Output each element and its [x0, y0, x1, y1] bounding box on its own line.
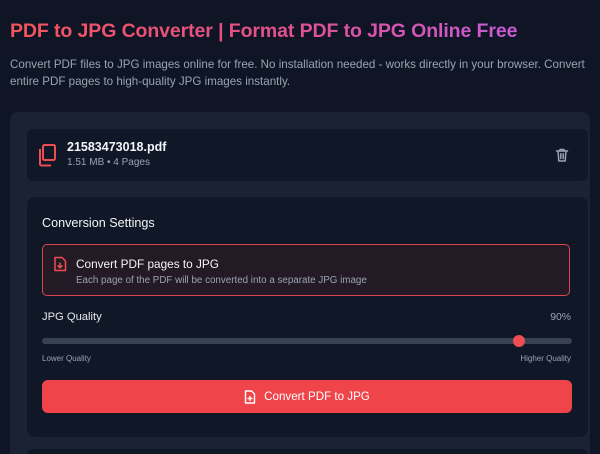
quality-value: 90% — [550, 312, 571, 323]
page: PDF to JPG Converter | Format PDF to JPG… — [0, 0, 600, 454]
lower-quality-label: Lower Quality — [42, 354, 91, 363]
quality-slider-thumb[interactable] — [513, 335, 525, 347]
quality-slider[interactable] — [42, 335, 572, 347]
conversion-mode-option[interactable]: Convert PDF pages to JPG Each page of th… — [42, 244, 570, 296]
settings-title: Conversion Settings — [42, 216, 155, 230]
file-convert-icon — [244, 389, 256, 404]
file-card: 21583473018.pdf 1.51 MB • 4 Pages — [27, 129, 588, 181]
next-section — [27, 449, 588, 454]
trash-icon[interactable] — [553, 146, 571, 164]
mode-title: Convert PDF pages to JPG — [76, 257, 219, 271]
conversion-settings-card: Conversion Settings Convert PDF pages to… — [27, 197, 588, 437]
file-download-icon — [53, 256, 67, 272]
higher-quality-label: Higher Quality — [520, 354, 571, 363]
file-meta: 1.51 MB • 4 Pages — [67, 157, 150, 168]
file-name: 21583473018.pdf — [67, 140, 167, 154]
page-title: PDF to JPG Converter | Format PDF to JPG… — [10, 20, 518, 42]
mode-description: Each page of the PDF will be converted i… — [76, 275, 367, 286]
files-icon — [37, 143, 57, 167]
quality-label: JPG Quality — [42, 311, 102, 323]
convert-button[interactable]: Convert PDF to JPG — [42, 380, 572, 413]
convert-button-label: Convert PDF to JPG — [264, 390, 370, 403]
page-description: Convert PDF files to JPG images online f… — [10, 58, 585, 88]
